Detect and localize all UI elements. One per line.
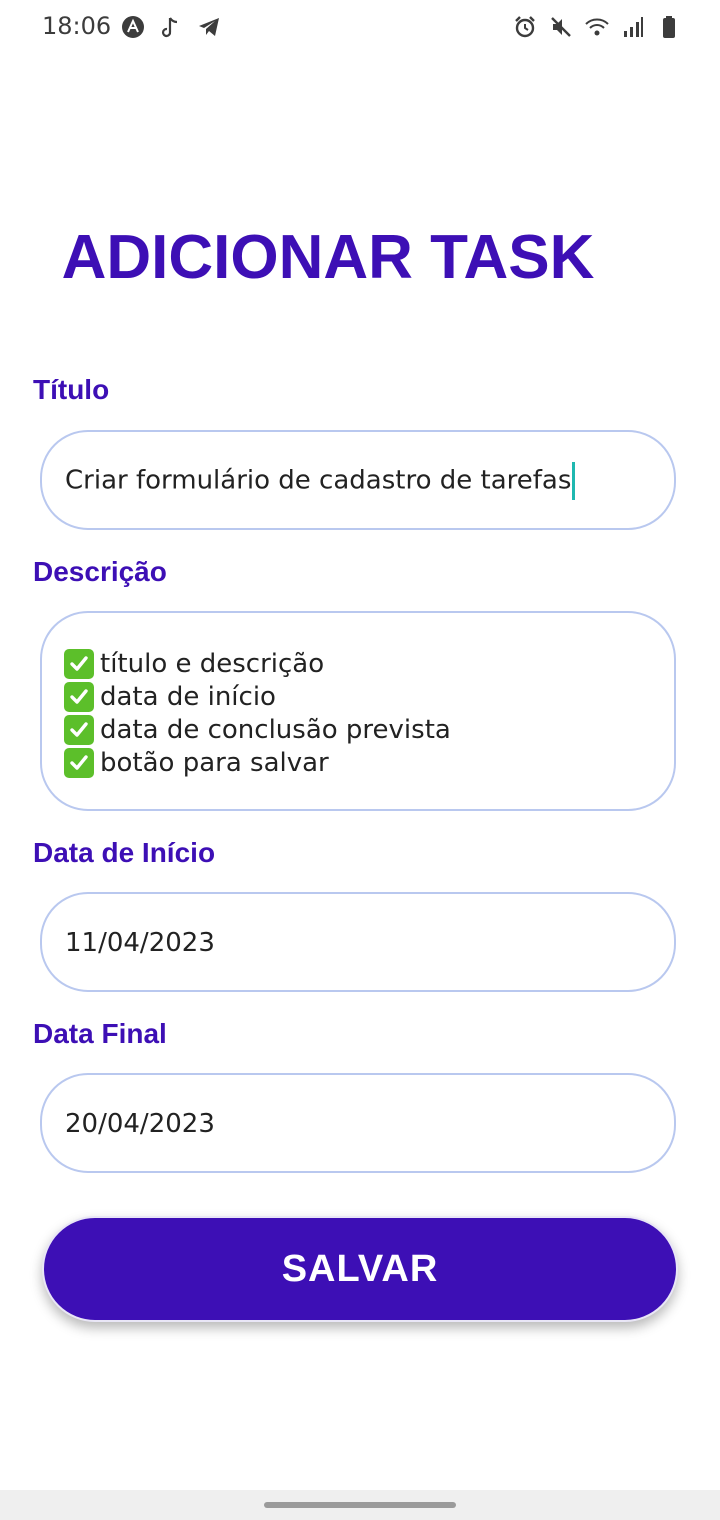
titulo-input[interactable]: Criar formulário de cadastro de tarefas [40, 430, 676, 530]
app-a-icon [120, 14, 146, 40]
save-button[interactable]: SALVAR [42, 1216, 678, 1322]
descricao-item-text: data de início [100, 681, 276, 712]
descricao-item-text: botão para salvar [100, 747, 329, 778]
descricao-item: botão para salvar [64, 746, 451, 779]
navigation-bar [0, 1490, 720, 1520]
check-mark-icon [64, 714, 94, 745]
data-final-label: Data Final [33, 1018, 167, 1049]
descricao-item-text: título e descrição [100, 648, 325, 679]
data-inicio-input[interactable]: 11/04/2023 [40, 892, 676, 992]
alarm-icon [512, 14, 538, 40]
add-task-screen: 18:06 ADICIONAR TASK Título Criar formul… [0, 0, 720, 1520]
data-final-input[interactable]: 20/04/2023 [40, 1073, 676, 1173]
home-gesture-handle[interactable] [264, 1502, 456, 1508]
descricao-list: título e descrição data de início data de … [64, 647, 451, 779]
titulo-value: Criar formulário de cadastro de tarefas [65, 462, 576, 500]
signal-icon [620, 14, 646, 40]
wifi-icon [584, 14, 610, 40]
data-inicio-value: 11/04/2023 [65, 928, 215, 958]
status-right-icons [512, 14, 682, 40]
music-note-icon [158, 14, 184, 40]
status-left-icons [120, 14, 222, 40]
status-bar: 18:06 [0, 0, 720, 56]
check-mark-icon [64, 747, 94, 778]
battery-icon [656, 14, 682, 40]
text-caret [572, 462, 576, 500]
descricao-label: Descrição [33, 556, 167, 587]
page-title: ADICIONAR TASK [61, 223, 595, 292]
descricao-textarea[interactable]: título e descrição data de início data de … [40, 611, 676, 811]
descricao-item-text: data de conclusão prevista [100, 714, 451, 745]
descricao-item: data de conclusão prevista [64, 713, 451, 746]
status-time: 18:06 [42, 12, 112, 40]
descricao-item: data de início [64, 680, 451, 713]
save-button-label: SALVAR [281, 1247, 439, 1290]
data-inicio-label: Data de Início [33, 837, 216, 868]
check-mark-icon [64, 648, 94, 679]
telegram-icon [196, 14, 222, 40]
mute-icon [548, 14, 574, 40]
descricao-item: título e descrição [64, 647, 451, 680]
check-mark-icon [64, 681, 94, 712]
titulo-label: Título [33, 374, 110, 405]
data-final-value: 20/04/2023 [65, 1109, 215, 1139]
